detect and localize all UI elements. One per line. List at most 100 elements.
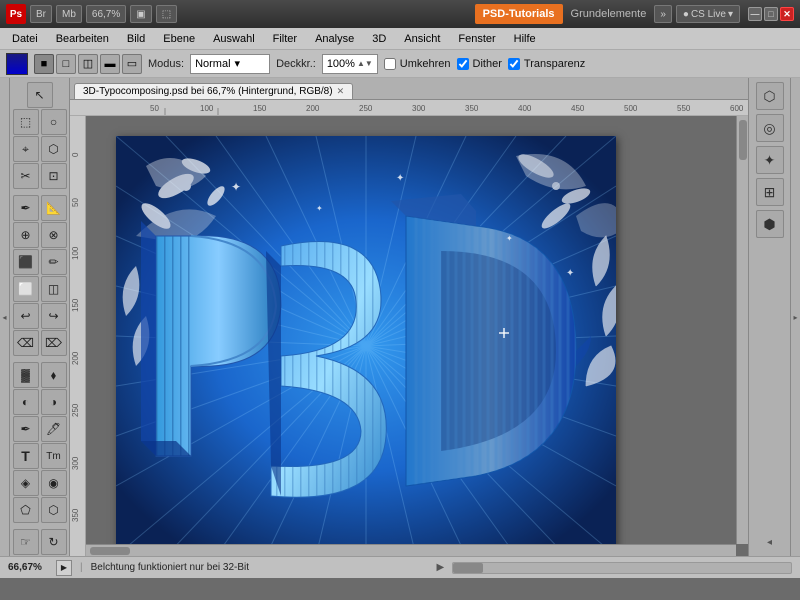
artwork: ✦ ✦ ✦ ✦ ✦ bbox=[116, 136, 616, 556]
hand-tool[interactable]: ☞ bbox=[13, 529, 39, 555]
adjustments-btn[interactable]: ◎ bbox=[756, 114, 784, 142]
menu-hilfe[interactable]: Hilfe bbox=[506, 31, 544, 47]
document-tab[interactable]: 3D-Typocomposing.psd bei 66,7% (Hintergr… bbox=[74, 83, 353, 99]
crop-tool[interactable]: ✂ bbox=[13, 163, 39, 189]
umkehren-checkbox[interactable] bbox=[384, 58, 396, 70]
magic-wand-tool[interactable]: ⬡ bbox=[41, 136, 67, 162]
art-history-tool[interactable]: ↪ bbox=[41, 303, 67, 329]
menu-3d[interactable]: 3D bbox=[364, 31, 394, 47]
menu-ansicht[interactable]: Ansicht bbox=[396, 31, 448, 47]
burn-tool[interactable]: ◑ bbox=[41, 389, 67, 415]
ruler-tool[interactable]: 📐 bbox=[41, 195, 67, 221]
shape-filled-btn[interactable]: ■ bbox=[34, 54, 54, 74]
shape-option2-btn[interactable]: ▬ bbox=[100, 54, 120, 74]
move-tool[interactable]: ↖ bbox=[27, 82, 53, 108]
deckraft-spinner[interactable]: 100% ▲▼ bbox=[322, 54, 378, 74]
menu-bild[interactable]: Bild bbox=[119, 31, 153, 47]
clone-tool[interactable]: ⬜ bbox=[13, 276, 39, 302]
canvas-area: 3D-Typocomposing.psd bei 66,7% (Hintergr… bbox=[70, 78, 748, 556]
shape-tool[interactable]: ⬠ bbox=[13, 497, 39, 523]
menu-bearbeiten[interactable]: Bearbeiten bbox=[48, 31, 117, 47]
paint-bucket-tool[interactable]: ⬧ bbox=[41, 362, 67, 388]
deckraft-label: Deckkr.: bbox=[276, 58, 316, 70]
right-panel: ⬡ ◎ ✦ ⊞ ⬢ ◂ bbox=[748, 78, 790, 556]
svg-text:✦: ✦ bbox=[231, 180, 241, 194]
status-separator: | bbox=[80, 562, 83, 573]
marquee-rect-tool[interactable]: ⬚ bbox=[13, 109, 39, 135]
svg-text:✦: ✦ bbox=[566, 268, 574, 279]
menu-datei[interactable]: Datei bbox=[4, 31, 46, 47]
psd-tutorials-tab[interactable]: PSD-Tutorials bbox=[475, 4, 563, 24]
shape-option1-btn[interactable]: ◫ bbox=[78, 54, 98, 74]
close-button[interactable]: ✕ bbox=[780, 7, 794, 21]
svg-text:600: 600 bbox=[730, 104, 744, 113]
vertical-scrollbar[interactable] bbox=[736, 116, 748, 544]
dodge-tool[interactable]: ◐ bbox=[13, 389, 39, 415]
menu-auswahl[interactable]: Auswahl bbox=[205, 31, 263, 47]
healing-tool[interactable]: ⊕ bbox=[13, 222, 39, 248]
patch-tool[interactable]: ⊗ bbox=[41, 222, 67, 248]
svg-text:50: 50 bbox=[71, 198, 80, 207]
tool-row-17: ☞ ↻ bbox=[13, 529, 67, 555]
brush-tool[interactable]: ⬛ bbox=[13, 249, 39, 275]
cslive-button[interactable]: ● CS Live ▾ bbox=[676, 5, 740, 23]
menu-analyse[interactable]: Analyse bbox=[307, 31, 362, 47]
bg-eraser-tool[interactable]: ⌦ bbox=[41, 330, 67, 356]
eraser-tool[interactable]: ⌫ bbox=[13, 330, 39, 356]
shape-stroke-btn[interactable]: □ bbox=[56, 54, 76, 74]
ruler-v-svg: 0 50 100 150 200 250 300 350 400 bbox=[70, 116, 86, 556]
maximize-button[interactable]: □ bbox=[764, 7, 778, 21]
expand-left-panel[interactable]: ◂ bbox=[0, 78, 10, 556]
lasso-tool[interactable]: ⌖ bbox=[13, 136, 39, 162]
sunburst-svg: ✦ ✦ ✦ ✦ ✦ bbox=[116, 136, 616, 556]
dither-checkbox[interactable] bbox=[457, 58, 469, 70]
pen-tool[interactable]: ✒ bbox=[13, 416, 39, 442]
modus-dropdown[interactable]: Normal ▾ bbox=[190, 54, 270, 74]
path-selection-tool[interactable]: ◈ bbox=[13, 470, 39, 496]
pencil-tool[interactable]: ✏ bbox=[41, 249, 67, 275]
foreground-swatch[interactable] bbox=[6, 53, 28, 75]
properties-btn[interactable]: ⬢ bbox=[756, 210, 784, 238]
status-options-btn[interactable]: ▶ bbox=[56, 560, 72, 576]
menu-filter[interactable]: Filter bbox=[265, 31, 305, 47]
direct-selection-tool[interactable]: ◉ bbox=[41, 470, 67, 496]
menu-fenster[interactable]: Fenster bbox=[450, 31, 503, 47]
extend-button[interactable]: » bbox=[654, 5, 672, 23]
transparenz-checkbox[interactable] bbox=[508, 58, 520, 70]
text-tool[interactable]: T bbox=[13, 443, 39, 469]
horizontal-scrollbar[interactable] bbox=[86, 544, 736, 556]
slice-tool[interactable]: ⊡ bbox=[41, 163, 67, 189]
arrangement-button[interactable]: ▣ bbox=[130, 5, 151, 23]
transform-btn[interactable]: ⊞ bbox=[756, 178, 784, 206]
rotate-view-tool[interactable]: ↻ bbox=[41, 529, 67, 555]
menu-ebene[interactable]: Ebene bbox=[155, 31, 203, 47]
shape-option3-btn[interactable]: ▭ bbox=[122, 54, 142, 74]
bridge-button[interactable]: Br bbox=[30, 5, 52, 23]
canvas-wrapper: 0 50 100 150 200 250 300 350 400 bbox=[70, 116, 748, 556]
pattern-tool[interactable]: ◫ bbox=[41, 276, 67, 302]
status-scrollbar[interactable] bbox=[452, 562, 792, 574]
screen-mode-button[interactable]: ⬚ bbox=[156, 5, 177, 23]
gradient-tool[interactable]: ▓ bbox=[13, 362, 39, 388]
expand-right-arrow[interactable]: ◂ bbox=[767, 537, 772, 548]
tab-close-btn[interactable]: ✕ bbox=[337, 86, 345, 97]
canvas-scroll[interactable]: ✦ ✦ ✦ ✦ ✦ bbox=[86, 116, 748, 556]
eyedropper-tool[interactable]: ✒ bbox=[13, 195, 39, 221]
tool-row-15: ◈ ◉ bbox=[13, 470, 67, 496]
freeform-pen-tool[interactable]: 🖊 bbox=[41, 416, 67, 442]
masks-btn[interactable]: ✦ bbox=[756, 146, 784, 174]
layers-panel-btn[interactable]: ⬡ bbox=[756, 82, 784, 110]
custom-shape-tool[interactable]: ⬡ bbox=[41, 497, 67, 523]
history-brush-tool[interactable]: ↩ bbox=[13, 303, 39, 329]
minimize-button[interactable]: — bbox=[748, 7, 762, 21]
svg-text:✦: ✦ bbox=[506, 234, 513, 243]
tool-row-1: ↖ bbox=[27, 82, 53, 108]
zoom-display[interactable]: 66,7 % bbox=[86, 5, 126, 23]
status-more-btn[interactable]: ▶ bbox=[436, 562, 444, 573]
canvas-image: ✦ ✦ ✦ ✦ ✦ bbox=[116, 136, 616, 556]
expand-right-panel[interactable]: ▸ bbox=[790, 78, 800, 556]
svg-text:300: 300 bbox=[412, 104, 426, 113]
marquee-ellipse-tool[interactable]: ○ bbox=[41, 109, 67, 135]
mini-button[interactable]: Mb bbox=[56, 5, 82, 23]
text-mask-tool[interactable]: Tm bbox=[41, 443, 67, 469]
